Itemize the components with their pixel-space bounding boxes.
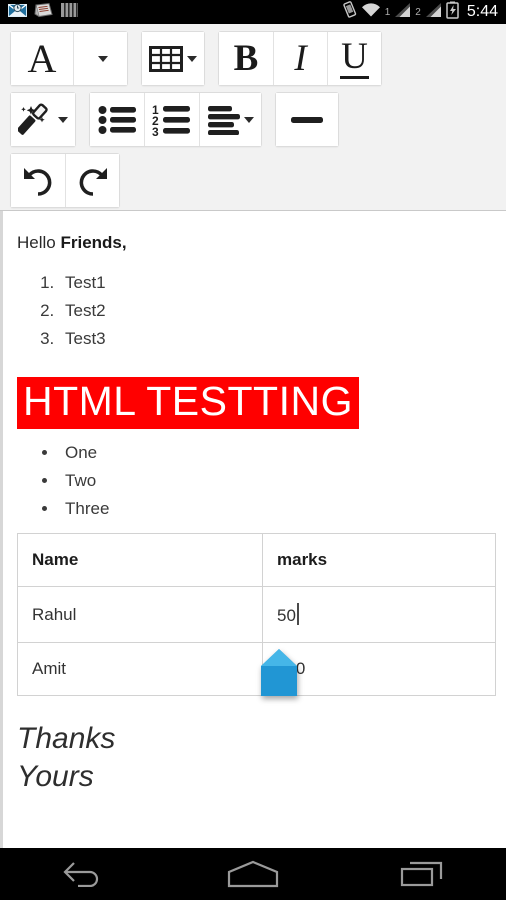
cell-value: 50 <box>277 606 296 625</box>
italic-icon: I <box>294 37 307 79</box>
rule-group <box>275 92 339 147</box>
editor-toolbar: A B I U 1 2 3 <box>0 24 506 211</box>
underline-icon: U <box>340 35 369 79</box>
numbered-list-icon: 1 2 3 <box>152 104 190 136</box>
chevron-down-icon <box>187 55 197 62</box>
table-icon <box>149 45 183 72</box>
list-align-group: 1 2 3 <box>89 92 262 147</box>
greeting-bold-text: Friends, <box>60 233 127 252</box>
table-row: Rahul 50 <box>17 586 496 643</box>
signal-sim2-icon <box>425 2 442 23</box>
sim1-label: 1 <box>384 6 391 18</box>
font-group: A <box>10 31 128 86</box>
undo-button[interactable] <box>11 154 65 207</box>
vibrate-icon <box>342 1 357 23</box>
horizontal-rule-button[interactable] <box>276 93 338 146</box>
font-face-button[interactable]: A <box>11 32 73 85</box>
document-editor-body[interactable]: Hello Friends, Test1 Test2 Test3 HTML TE… <box>0 211 506 848</box>
bullet-list-button[interactable] <box>90 93 144 146</box>
history-group <box>10 153 120 208</box>
numbered-list-button[interactable]: 1 2 3 <box>144 93 199 146</box>
chevron-down-icon <box>58 116 68 123</box>
signoff-line-yours: Yours <box>17 760 94 793</box>
battery-charging-icon <box>446 1 459 24</box>
toolbar-row-3 <box>4 150 502 211</box>
nav-home-button[interactable] <box>203 848 303 900</box>
signal-sim1-icon <box>394 2 411 23</box>
bullet-list[interactable]: One Two Three <box>59 439 492 523</box>
barcode-icon <box>61 2 78 23</box>
nav-back-button[interactable] <box>34 848 134 900</box>
numbered-list[interactable]: Test1 Test2 Test3 <box>59 269 492 353</box>
italic-button[interactable]: I <box>273 32 327 85</box>
list-item: Test1 <box>59 269 492 297</box>
home-icon <box>227 860 279 888</box>
list-item: One <box>59 439 492 467</box>
align-left-icon <box>207 105 240 135</box>
marks-table[interactable]: Name marks Rahul 50 Amit 100 <box>17 533 496 696</box>
bullet-list-icon <box>98 105 136 134</box>
signoff-block[interactable]: Thanks Yours <box>17 720 492 796</box>
svg-text:3: 3 <box>152 125 159 136</box>
status-bar-clock: 5:44 <box>466 3 498 20</box>
greeting-text: Hello <box>17 233 61 252</box>
font-face-dropdown-button[interactable] <box>73 32 127 85</box>
status-bar: 1 2 5:44 <box>0 0 506 24</box>
table-row: Name marks <box>17 533 496 587</box>
table-cell-marks-rahul[interactable]: 50 <box>262 586 496 643</box>
text-style-magic-button[interactable] <box>11 93 75 146</box>
android-navigation-bar <box>0 848 506 900</box>
table-header-name[interactable]: Name <box>17 533 263 587</box>
table-row: Amit 100 <box>17 642 496 696</box>
bold-icon: B <box>233 37 259 79</box>
wifi-icon <box>361 2 381 23</box>
sim2-label: 2 <box>415 6 421 18</box>
email-icon <box>8 2 27 23</box>
nav-recents-button[interactable] <box>372 848 472 900</box>
status-bar-system-icons: 1 2 5:44 <box>342 1 506 24</box>
magic-style-group <box>10 92 76 147</box>
horizontal-rule-icon <box>291 116 323 123</box>
magic-wand-icon <box>18 102 48 135</box>
chevron-down-icon <box>243 116 254 123</box>
list-item: Test2 <box>59 297 492 325</box>
underline-button[interactable]: U <box>327 32 381 85</box>
text-cursor <box>296 603 299 625</box>
toolbar-row-2: 1 2 3 <box>4 89 502 150</box>
table-header-marks[interactable]: marks <box>262 533 496 587</box>
list-item: Test3 <box>59 325 492 353</box>
font-letter-a-icon: A <box>27 35 57 81</box>
table-insert-button[interactable] <box>142 32 204 85</box>
signoff-line-thanks: Thanks <box>17 722 116 755</box>
redo-button[interactable] <box>65 154 119 207</box>
list-item: Three <box>59 495 492 523</box>
list-item: Two <box>59 467 492 495</box>
bold-button[interactable]: B <box>219 32 273 85</box>
android-screen: 1 2 5:44 A B I U 1 2 3 Hello Friends, 1.… <box>0 0 506 900</box>
recents-icon <box>400 861 442 887</box>
text-cursor-handle[interactable] <box>259 648 299 700</box>
toolbar-row-1: A B I U <box>4 28 502 89</box>
table-group <box>141 31 205 86</box>
back-arrow-icon <box>63 862 99 887</box>
table-cell-name-rahul[interactable]: Rahul <box>17 586 263 643</box>
status-bar-notification-icons <box>0 2 78 23</box>
highlighted-heading[interactable]: HTML TESTTING <box>17 377 359 429</box>
news-icon <box>34 2 54 23</box>
table-cell-name-amit[interactable]: Amit <box>17 642 263 696</box>
redo-icon <box>79 167 107 196</box>
undo-icon <box>24 167 52 196</box>
greeting-paragraph[interactable]: Hello Friends, <box>17 233 492 253</box>
align-button[interactable] <box>199 93 261 146</box>
banner-wrapper: HTML TESTTING <box>17 363 492 439</box>
text-style-group: B I U <box>218 31 382 86</box>
chevron-down-icon <box>97 55 108 62</box>
